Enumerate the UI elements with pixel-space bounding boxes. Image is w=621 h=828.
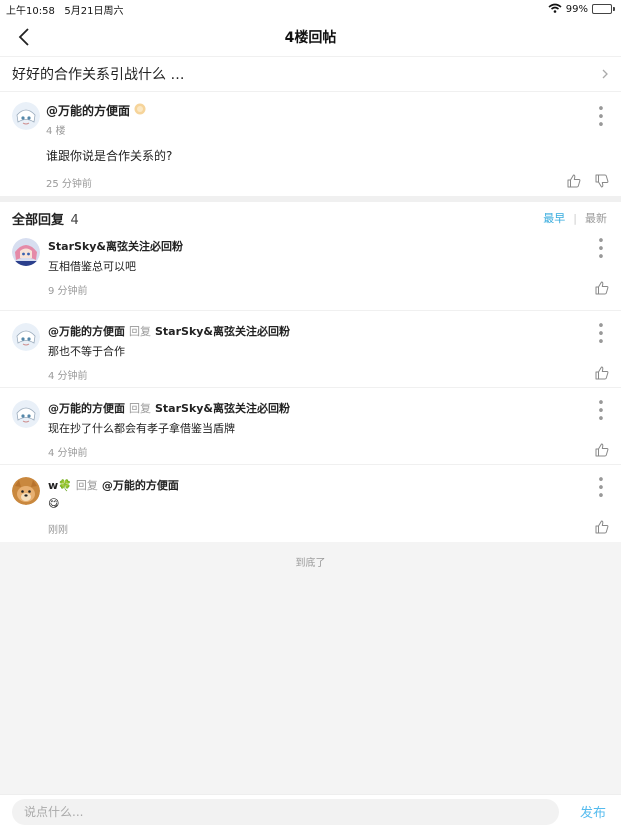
reply-author[interactable]: StarSky&离弦关注必回粉	[48, 238, 183, 254]
reply-target[interactable]: StarSky&离弦关注必回粉	[155, 400, 290, 416]
reply-author[interactable]: @万能的方便面	[48, 400, 125, 416]
page-title: 4楼回帖	[284, 30, 337, 46]
avatar[interactable]	[12, 400, 40, 428]
reply-to-label: 回复	[129, 325, 151, 338]
thread-title: 好好的合作关系引战什么 …	[12, 67, 185, 83]
level-badge-icon	[134, 103, 146, 118]
replies-count: 4	[70, 212, 79, 228]
end-of-list-label: 到底了	[295, 558, 326, 569]
chevron-left-icon	[18, 28, 29, 46]
reply-item: • • • @万能的方便面 回复 StarSky&离弦关注必回粉 那也不等于合作…	[0, 311, 621, 388]
reply-target[interactable]: @万能的方便面	[102, 477, 179, 493]
avatar[interactable]	[12, 323, 40, 351]
post-time: 25 分钟前	[46, 178, 92, 190]
thumbs-up-icon[interactable]	[595, 442, 609, 461]
reply-target[interactable]: StarSky&离弦关注必回粉	[155, 323, 290, 339]
reply-time: 4 分钟前	[48, 370, 88, 382]
replies-title: 全部回复 4	[12, 212, 79, 228]
thumbs-up-icon[interactable]	[595, 519, 609, 538]
thread-title-link[interactable]: 好好的合作关系引战什么 …	[0, 56, 621, 92]
post-content: 谁跟你说是合作关系的?	[46, 149, 173, 163]
thumbs-down-icon[interactable]	[595, 173, 609, 192]
sort-latest[interactable]: 最新	[585, 210, 607, 226]
thumbs-up-icon[interactable]	[595, 365, 609, 384]
sort-earliest[interactable]: 最早	[543, 210, 565, 226]
original-post: • • • @万能的方便面 4 楼 谁跟你说是合作关系的? 25 分钟前	[0, 92, 621, 196]
avatar[interactable]	[12, 102, 40, 130]
chevron-right-icon	[602, 69, 608, 79]
publish-button[interactable]: 发布	[577, 802, 609, 821]
avatar[interactable]	[12, 477, 40, 505]
reply-author[interactable]: @万能的方便面	[48, 323, 125, 339]
floor-number: 4 楼	[46, 126, 66, 137]
reply-to-label: 回复	[129, 402, 151, 415]
status-time-date: 上午10:58 5月21日周六	[6, 5, 124, 17]
reply-time: 刚刚	[48, 524, 68, 536]
more-icon[interactable]: • • •	[593, 103, 609, 132]
reply-text: 现在抄了什么都会有孝子拿借鉴当盾牌	[48, 422, 235, 435]
thumbs-up-icon[interactable]	[595, 280, 609, 299]
reply-item: • • • @万能的方便面 回复 StarSky&离弦关注必回粉 现在抄了什么都…	[0, 388, 621, 465]
reply-author[interactable]: w🍀	[48, 479, 72, 492]
reply-time: 4 分钟前	[48, 447, 88, 459]
nav-bar: 4楼回帖	[0, 18, 621, 56]
reply-time: 9 分钟前	[48, 285, 88, 297]
battery-percent: 99%	[565, 3, 588, 15]
more-icon[interactable]: • • •	[593, 474, 609, 503]
sort-toggle: 最早 | 最新	[543, 210, 607, 226]
replies-section: 全部回复 4 最早 | 最新 • • • StarSky&离弦关注必回粉 互相借…	[0, 202, 621, 542]
battery-icon	[592, 4, 615, 14]
author-name[interactable]: @万能的方便面	[46, 102, 130, 119]
status-bar: 上午10:58 5月21日周六 99%	[0, 0, 621, 18]
more-icon[interactable]: • • •	[593, 320, 609, 349]
reply-item: • • • w🍀 回复 @万能的方便面 😋 刚刚	[0, 465, 621, 542]
back-button[interactable]	[12, 25, 36, 49]
avatar[interactable]	[12, 238, 40, 266]
thumbs-up-icon[interactable]	[567, 173, 581, 192]
reply-item: • • • StarSky&离弦关注必回粉 互相借鉴总可以吧 9 分钟前	[0, 234, 621, 311]
composer-bar: 发布	[0, 794, 621, 828]
sort-separator: |	[573, 211, 577, 225]
reply-text: 那也不等于合作	[48, 345, 125, 358]
reply-text: 😋	[48, 497, 60, 510]
more-icon[interactable]: • • •	[593, 235, 609, 264]
reply-text: 互相借鉴总可以吧	[48, 260, 136, 273]
more-icon[interactable]: • • •	[593, 397, 609, 426]
comment-input[interactable]	[12, 798, 559, 825]
reply-to-label: 回复	[75, 479, 98, 492]
wifi-icon	[548, 3, 562, 16]
header-area: 上午10:58 5月21日周六 99% 4楼回帖 好好的合作关系引战什么 … •…	[0, 0, 621, 196]
